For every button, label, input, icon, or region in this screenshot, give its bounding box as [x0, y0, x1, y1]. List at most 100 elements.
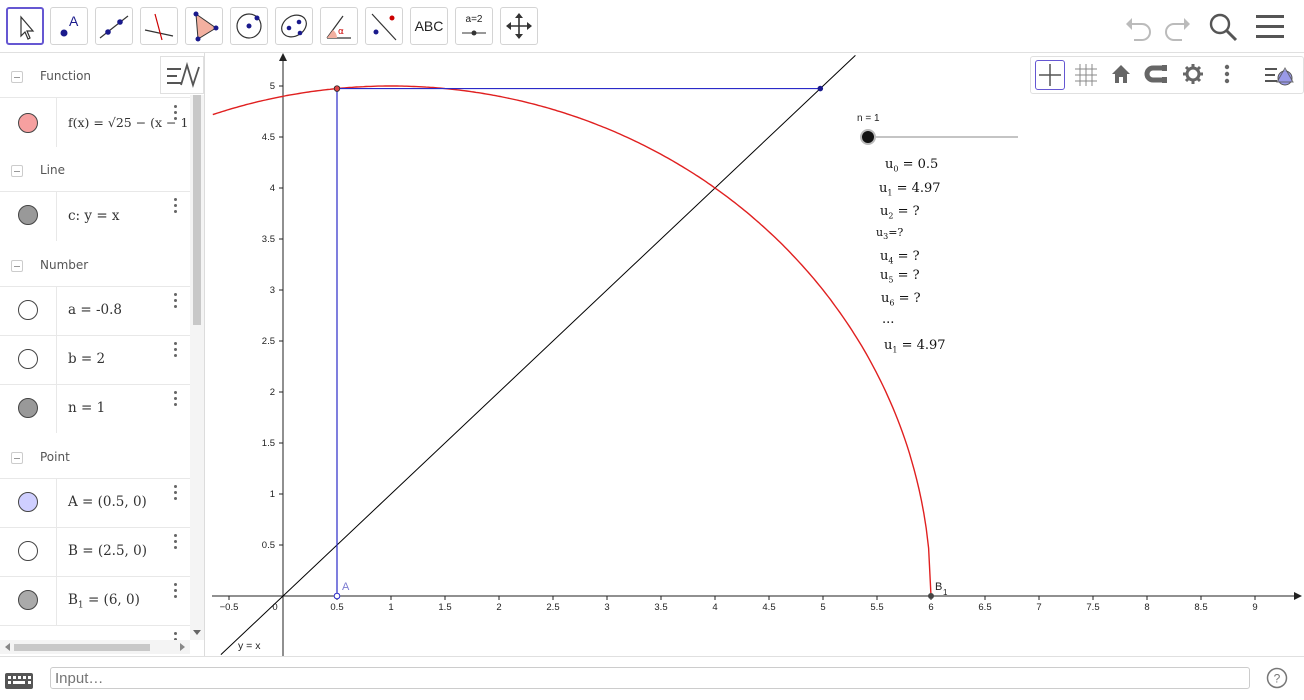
menu-icon[interactable] — [1254, 10, 1288, 44]
show-axes-button[interactable] — [1035, 60, 1065, 90]
point-B1 — [928, 593, 934, 599]
kebab-icon — [1224, 64, 1230, 84]
visibility-marker-f[interactable] — [18, 113, 38, 133]
x-tick-label: 3.5 — [654, 602, 667, 613]
scroll-right-icon[interactable] — [177, 642, 187, 652]
scroll-down-icon[interactable] — [192, 627, 202, 637]
point-tool-button[interactable]: A — [50, 7, 88, 45]
gear-icon — [1183, 64, 1203, 84]
visibility-marker-A[interactable] — [18, 492, 38, 512]
visibility-marker-n[interactable] — [18, 398, 38, 418]
y-tick-label: 4 — [270, 183, 275, 194]
x-tick-label: 4.5 — [762, 602, 775, 613]
collapse-icon[interactable] — [11, 165, 23, 177]
algebra-vertical-scrollbar[interactable] — [190, 95, 204, 640]
definition-A: A = (0.5, 0) — [68, 494, 147, 510]
move-tool-button[interactable] — [6, 7, 44, 45]
x-tick-label: 9 — [1252, 602, 1257, 613]
visibility-marker-a[interactable] — [18, 300, 38, 320]
more-options-icon[interactable] — [174, 342, 178, 360]
more-options-icon[interactable] — [174, 485, 178, 503]
move-graphics-tool-button[interactable] — [500, 7, 538, 45]
help-icon[interactable]: ? — [1266, 667, 1288, 689]
move-arrows-icon — [506, 13, 532, 39]
x-tick-label: 4 — [712, 602, 717, 613]
point-capturing-button[interactable] — [1143, 60, 1173, 90]
angle-tool-button[interactable]: α — [320, 7, 358, 45]
group-header-number[interactable]: Number — [0, 258, 190, 278]
graphics-view[interactable]: −0.5 0 0.5 1 1.5 2 2.5 3 3.5 4 4.5 5 5.5 6 6.5 7 7.5 8 8.5… — [212, 53, 1304, 656]
more-options-icon[interactable] — [174, 105, 178, 123]
visibility-marker-b[interactable] — [18, 349, 38, 369]
point-A-label: A — [342, 581, 350, 593]
definition-B: B = (2.5, 0) — [68, 543, 147, 559]
algebra-item-a[interactable]: a = -0.8 — [0, 286, 190, 335]
algebra-item-A[interactable]: A = (0.5, 0) — [0, 478, 190, 527]
y-tick-label: 2.5 — [262, 336, 275, 347]
y-tick-label: 1 — [270, 489, 275, 500]
input-bar: ? — [0, 656, 1304, 700]
x-tick-label: 5.5 — [870, 602, 883, 613]
collapse-icon[interactable] — [11, 452, 23, 464]
algebra-item-B[interactable]: B = (2.5, 0) — [0, 527, 190, 576]
algebra-horizontal-scrollbar[interactable] — [0, 640, 190, 654]
x-tick-label: 1 — [388, 602, 393, 613]
more-options-icon[interactable] — [174, 391, 178, 409]
more-options-icon[interactable] — [174, 583, 178, 601]
visibility-marker-B[interactable] — [18, 541, 38, 561]
line-tool-button[interactable] — [95, 7, 133, 45]
text-tool-button[interactable]: ABC — [410, 7, 448, 45]
redo-icon[interactable] — [1160, 10, 1194, 44]
object-style-button[interactable] — [1261, 60, 1301, 90]
point-on-curve — [333, 85, 341, 92]
group-header-line[interactable]: Line — [0, 163, 190, 183]
show-grid-button[interactable] — [1071, 60, 1101, 90]
group-header-point[interactable]: Point — [0, 450, 190, 470]
algebra-item-c[interactable]: c: y = x — [0, 191, 190, 241]
point-B1-label: B — [935, 581, 942, 593]
standard-view-button[interactable] — [1107, 60, 1137, 90]
point-A — [333, 592, 341, 600]
algebra-item-f[interactable]: f(x) = √25 − (x − 1 — [0, 97, 190, 147]
more-options-icon[interactable] — [174, 293, 178, 311]
ellipse-tool-button[interactable] — [275, 7, 313, 45]
sequence-line: u5 = ? — [880, 268, 920, 285]
x-tick-label: 2 — [496, 602, 501, 613]
algebra-item-b[interactable]: b = 2 — [0, 335, 190, 384]
input-field[interactable] — [50, 667, 1250, 689]
perpendicular-tool-button[interactable] — [140, 7, 178, 45]
point-B1-label-sub: 1 — [943, 588, 948, 597]
circle-icon — [236, 13, 262, 39]
point-icon: A — [60, 13, 79, 37]
visibility-marker-c[interactable] — [18, 205, 38, 225]
circle-tool-button[interactable] — [230, 7, 268, 45]
x-tick-label: 0.5 — [330, 602, 343, 613]
toggle-style-bar-button[interactable] — [160, 56, 204, 94]
home-icon — [1112, 65, 1130, 83]
svg-text:α: α — [338, 27, 344, 37]
slider-n-handle[interactable] — [860, 129, 876, 145]
magnet-icon — [1144, 65, 1167, 83]
collapse-icon[interactable] — [11, 260, 23, 272]
algebra-view: Function f(x) = √25 − (x − 1 Line c: y =… — [0, 53, 205, 656]
more-options-icon[interactable] — [174, 534, 178, 552]
polygon-tool-button[interactable] — [185, 7, 223, 45]
graphics-canvas[interactable]: −0.5 0 0.5 1 1.5 2 2.5 3 3.5 4 4.5 5 5.5 6 6.5 7 7.5 8 8.5… — [212, 53, 1304, 656]
reflect-tool-button[interactable] — [365, 7, 403, 45]
collapse-icon[interactable] — [11, 71, 23, 83]
line-y-equals-x — [220, 55, 856, 656]
algebra-item-B1[interactable]: B1 = (6, 0) — [0, 576, 190, 625]
x-axis-arrow — [1294, 592, 1302, 600]
more-options-icon[interactable] — [174, 198, 178, 216]
visibility-marker-B1[interactable] — [18, 590, 38, 610]
graphics-settings-button[interactable] — [1179, 60, 1209, 90]
more-style-options-button[interactable] — [1217, 60, 1237, 90]
polygon-icon — [193, 11, 219, 42]
slider-tool-button[interactable]: a=2 — [455, 7, 493, 45]
undo-icon[interactable] — [1122, 10, 1156, 44]
line-label: y = x — [238, 640, 261, 652]
search-icon[interactable] — [1206, 10, 1240, 44]
scroll-left-icon[interactable] — [3, 642, 13, 652]
keyboard-icon[interactable] — [4, 671, 34, 691]
algebra-item-n[interactable]: n = 1 — [0, 384, 190, 433]
